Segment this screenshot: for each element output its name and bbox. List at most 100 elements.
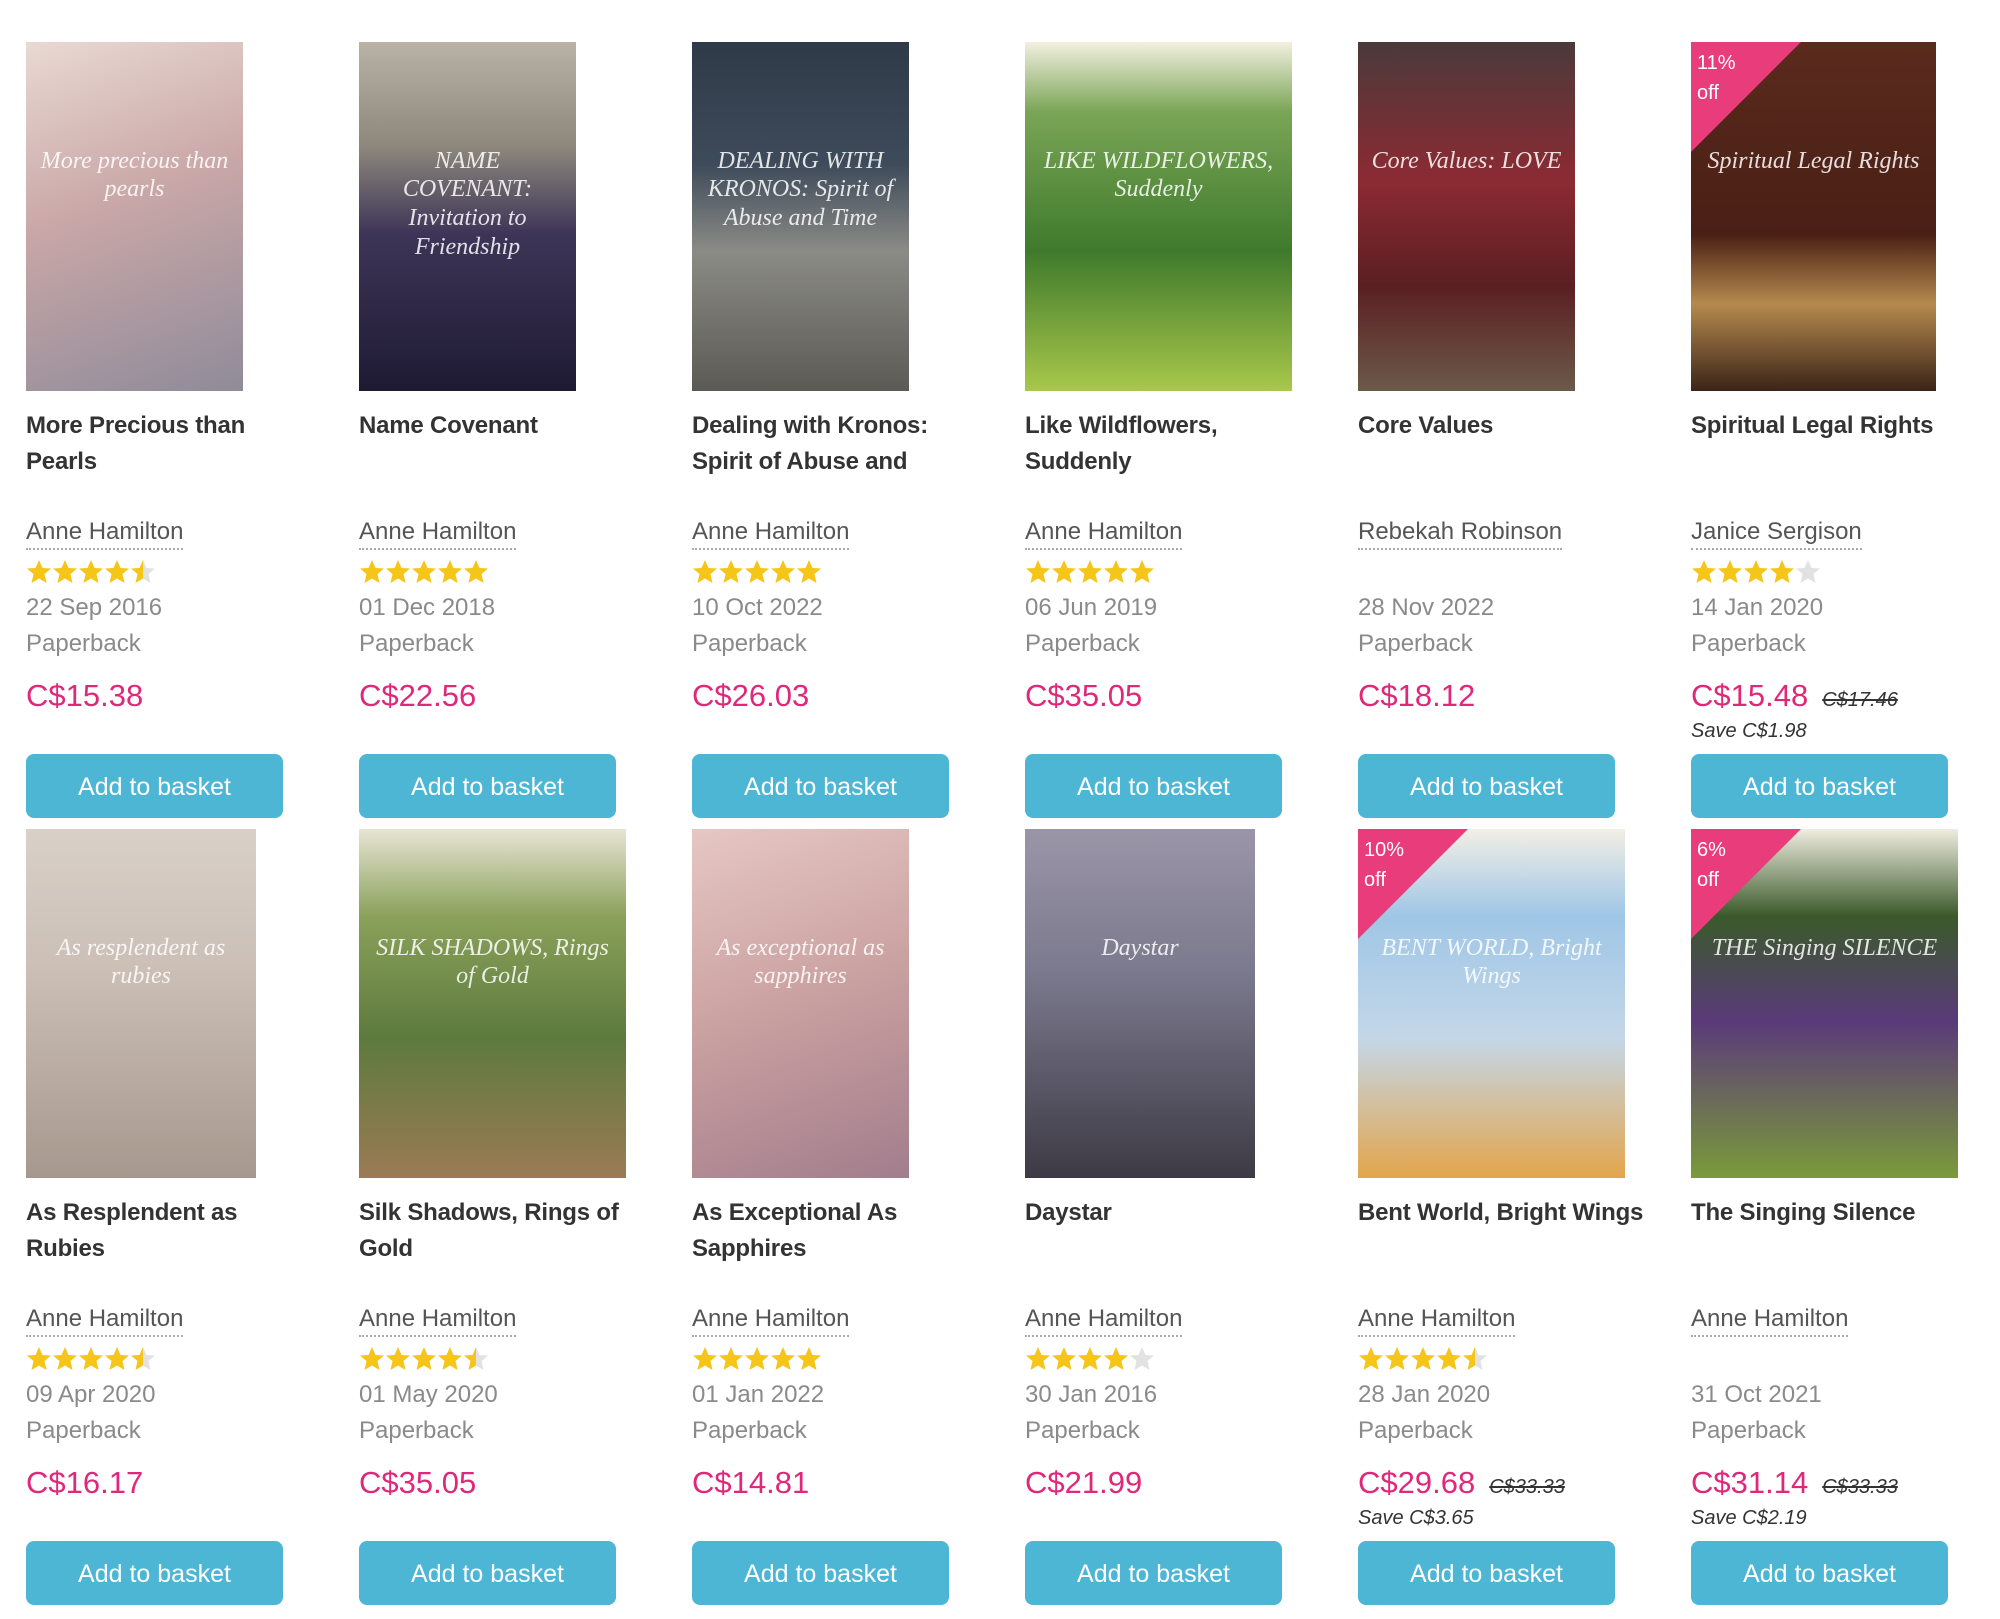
sale-price: C$35.05: [1025, 678, 1143, 713]
author-link[interactable]: Anne Hamilton: [692, 516, 850, 550]
cover-artwork: [692, 829, 909, 1178]
product-card: Core Values: LOVE Core Values Rebekah Robi…: [1358, 42, 1648, 832]
savings-text: Save C$2.19: [1691, 1507, 1807, 1529]
add-to-basket-button[interactable]: Add to basket: [359, 1541, 616, 1605]
add-to-basket-button[interactable]: Add to basket: [26, 754, 283, 818]
product-card: NAME COVENANT: Invitation to Friendship N…: [359, 42, 649, 832]
publication-date: 10 Oct 2022: [692, 594, 823, 621]
star-icon: [1078, 1347, 1102, 1370]
book-cover-image[interactable]: SILK SHADOWS, Rings of Gold: [359, 829, 626, 1178]
rating-stars: [693, 560, 821, 583]
star-icon: [1052, 560, 1076, 583]
book-cover-image[interactable]: More precious than pearls: [26, 42, 243, 391]
book-cover-image[interactable]: Core Values: LOVE: [1358, 42, 1575, 391]
book-cover-image[interactable]: As exceptional as sapphires: [692, 829, 909, 1178]
add-to-basket-button[interactable]: Add to basket: [692, 1541, 949, 1605]
price: C$15.38: [26, 676, 143, 716]
rating: [26, 559, 156, 585]
sale-price: C$14.81: [692, 1465, 810, 1500]
star-icon: [1744, 560, 1768, 583]
rating-stars: [27, 560, 155, 583]
book-title-link[interactable]: Bent World, Bright Wings: [1358, 1195, 1648, 1231]
star-icon: [464, 1347, 488, 1370]
author-link[interactable]: Anne Hamilton: [692, 1303, 850, 1337]
book-title-link[interactable]: Dealing with Kronos: Spirit of Abuse and: [692, 408, 982, 480]
book-title-link[interactable]: Spiritual Legal Rights: [1691, 408, 1981, 444]
publication-date: 01 May 2020: [359, 1381, 498, 1408]
book-title-link[interactable]: Core Values: [1358, 408, 1648, 444]
book-cover-image[interactable]: As resplendent as rubies: [26, 829, 256, 1178]
add-to-basket-button[interactable]: Add to basket: [1025, 1541, 1282, 1605]
product-card: Spiritual Legal Rights 11% off Spiritual L…: [1691, 42, 1981, 832]
author-link[interactable]: Anne Hamilton: [359, 516, 517, 550]
rating: [692, 1346, 822, 1372]
add-to-basket-button[interactable]: Add to basket: [692, 754, 949, 818]
book-cover-image[interactable]: DEALING WITH KRONOS: Spirit of Abuse and…: [692, 42, 909, 391]
author-link[interactable]: Rebekah Robinson: [1358, 516, 1563, 550]
author-link[interactable]: Anne Hamilton: [26, 516, 184, 550]
star-icon: [1052, 1347, 1076, 1370]
rating-stars: [1026, 1347, 1154, 1370]
publication-date: 30 Jan 2016: [1025, 1381, 1158, 1408]
publication-date: 31 Oct 2021: [1691, 1381, 1822, 1408]
book-cover-image[interactable]: THE Singing SILENCE 6% off: [1691, 829, 1958, 1178]
sale-price: C$31.14: [1691, 1465, 1809, 1500]
discount-label: 6% off: [1697, 839, 1726, 891]
price: C$16.17: [26, 1463, 143, 1503]
cover-artwork: [26, 829, 256, 1178]
book-cover-image[interactable]: Spiritual Legal Rights 11% off: [1691, 42, 1936, 391]
discount-label: 10% off: [1364, 839, 1405, 891]
author-link[interactable]: Anne Hamilton: [1025, 1303, 1183, 1337]
star-icon: [412, 1347, 436, 1370]
author-link[interactable]: Anne Hamilton: [1025, 516, 1183, 550]
star-icon: [1104, 1347, 1128, 1370]
book-cover-image[interactable]: NAME COVENANT: Invitation to Friendship: [359, 42, 576, 391]
author-link[interactable]: Anne Hamilton: [359, 1303, 517, 1337]
star-icon: [1437, 1347, 1461, 1370]
add-to-basket-button[interactable]: Add to basket: [1691, 754, 1948, 818]
book-format: Paperback: [1358, 1417, 1473, 1444]
price: C$22.56: [359, 676, 476, 716]
star-icon: [386, 560, 410, 583]
book-title-link[interactable]: As Exceptional As Sapphires: [692, 1195, 982, 1267]
book-title-link[interactable]: Daystar: [1025, 1195, 1315, 1231]
book-cover-image[interactable]: BENT WORLD, Bright Wings 10% off: [1358, 829, 1625, 1178]
book-format: Paperback: [26, 630, 141, 657]
book-title-link[interactable]: The Singing Silence: [1691, 1195, 1981, 1231]
book-title-link[interactable]: More Precious than Pearls: [26, 408, 316, 480]
book-format: Paperback: [26, 1417, 141, 1444]
publication-date: 22 Sep 2016: [26, 594, 163, 621]
author-link[interactable]: Janice Sergison: [1691, 516, 1862, 550]
add-to-basket-button[interactable]: Add to basket: [1358, 754, 1615, 818]
star-icon: [745, 1347, 769, 1370]
author-link[interactable]: Anne Hamilton: [1358, 1303, 1516, 1337]
book-title-link[interactable]: As Resplendent as Rubies: [26, 1195, 316, 1267]
star-icon: [79, 560, 103, 583]
star-icon: [745, 560, 769, 583]
book-title-link[interactable]: Name Covenant: [359, 408, 649, 444]
book-title-link[interactable]: Like Wildflowers, Suddenly: [1025, 408, 1315, 480]
rating: [1025, 1346, 1155, 1372]
add-to-basket-button[interactable]: Add to basket: [359, 754, 616, 818]
author-link[interactable]: Anne Hamilton: [26, 1303, 184, 1337]
author-link[interactable]: Anne Hamilton: [1691, 1303, 1849, 1337]
add-to-basket-button[interactable]: Add to basket: [1358, 1541, 1615, 1605]
cover-title-text: LIKE WILDFLOWERS, Suddenly: [1043, 147, 1274, 203]
add-to-basket-button[interactable]: Add to basket: [26, 1541, 283, 1605]
sale-price: C$35.05: [359, 1465, 477, 1500]
cover-title-text: As exceptional as sapphires: [716, 934, 885, 990]
book-cover-image[interactable]: LIKE WILDFLOWERS, Suddenly: [1025, 42, 1292, 391]
star-icon: [386, 1347, 410, 1370]
book-format: Paperback: [1691, 1417, 1806, 1444]
price: C$35.05: [1025, 676, 1142, 716]
book-format: Paperback: [1691, 630, 1806, 657]
star-icon: [1130, 1347, 1154, 1370]
rating: [359, 1346, 489, 1372]
book-cover-image[interactable]: Daystar: [1025, 829, 1255, 1178]
price: C$29.68 C$33.33: [1358, 1463, 1565, 1507]
add-to-basket-button[interactable]: Add to basket: [1691, 1541, 1948, 1605]
rating: [692, 559, 822, 585]
add-to-basket-button[interactable]: Add to basket: [1025, 754, 1282, 818]
book-title-link[interactable]: Silk Shadows, Rings of Gold: [359, 1195, 649, 1267]
rating-stars: [27, 1347, 155, 1370]
